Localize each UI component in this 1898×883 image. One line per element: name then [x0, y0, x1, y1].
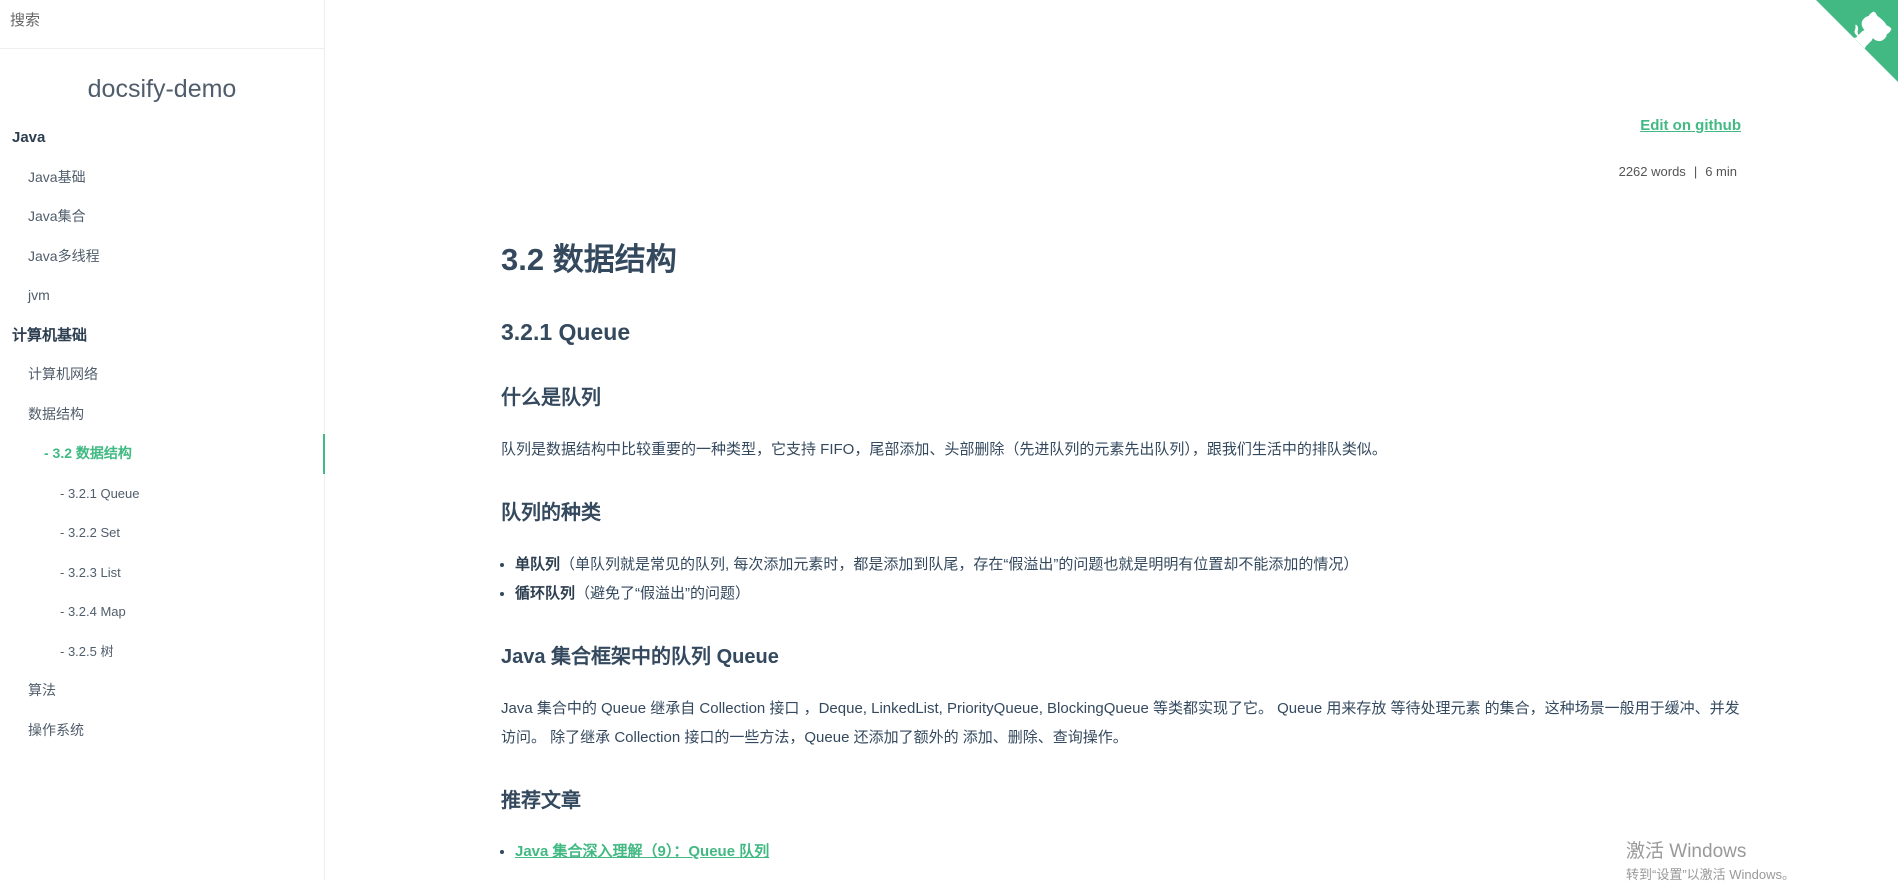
- sidebar-nav: Java Java基础 Java集合 Java多线程 jvm 计算机基础 计算机网络 数据结构…: [0, 118, 325, 750]
- paragraph-java: Java 集合中的 Queue 继承自 Collection 接口 ，Deque…: [501, 700, 1740, 746]
- separator: |: [1693, 164, 1698, 179]
- edit-on-github-link[interactable]: Edit on github: [1640, 117, 1741, 134]
- sidebar-item[interactable]: Java基础: [0, 158, 325, 198]
- sidebar-item[interactable]: - 3.2.1 Queue: [0, 474, 325, 514]
- item-term: 单队列: [515, 556, 561, 573]
- github-corner-icon[interactable]: [1816, 0, 1898, 82]
- sidebar-item[interactable]: 计算机网络: [0, 355, 325, 395]
- sidebar: 搜索 docsify-demo Java Java基础 Java集合 Java多线程 j…: [0, 0, 325, 880]
- sidebar-item[interactable]: Java集合: [0, 197, 325, 237]
- reading-stats: 2262 words | 6 min: [1615, 164, 1741, 179]
- sidebar-item[interactable]: - 3.2 数据结构: [0, 434, 325, 474]
- app-name[interactable]: docsify-demo: [0, 75, 324, 115]
- item-desc: （避免了“假溢出”的问题）: [575, 585, 751, 602]
- heading-queue: 3.2.1 Queue: [501, 319, 631, 345]
- heading-java-queue: Java 集合框架中的队列 Queue: [501, 646, 779, 668]
- list-item: Java 集合深入理解（9）：Queue 队列: [515, 837, 769, 866]
- sidebar-item[interactable]: - 3.2.2 Set: [0, 513, 325, 553]
- sidebar-item[interactable]: 数据结构: [0, 395, 325, 435]
- sidebar-item[interactable]: - 3.2.5 树: [0, 632, 325, 672]
- search-input[interactable]: 搜索: [0, 0, 324, 49]
- sidebar-item[interactable]: Java: [0, 118, 325, 158]
- read-time: 6 min: [1705, 164, 1737, 179]
- list-item: 循环队列（避免了“假溢出”的问题）: [515, 579, 1358, 608]
- sidebar-item[interactable]: 计算机基础: [0, 316, 325, 356]
- sidebar-item[interactable]: Java多线程: [0, 237, 325, 277]
- sidebar-item[interactable]: 算法: [0, 671, 325, 711]
- heading-queue-kinds: 队列的种类: [501, 502, 601, 524]
- list-item: 单队列（单队列就是常见的队列, 每次添加元素时，都是添加到队尾，存在“假溢出”的…: [515, 550, 1358, 579]
- heading-what-is-queue: 什么是队列: [501, 387, 601, 409]
- heading-recommended: 推荐文章: [501, 790, 581, 812]
- windows-activation-watermark: 激活 Windows: [1626, 841, 1747, 862]
- paragraph-what: 队列是数据结构中比较重要的一种类型，它支持 FIFO，尾部添加、头部删除（先进队…: [501, 441, 1387, 458]
- recommended-article-link[interactable]: Java 集合深入理解（9）：Queue 队列: [515, 843, 769, 860]
- word-count: 2262 words: [1618, 164, 1686, 179]
- sidebar-item[interactable]: 操作系统: [0, 711, 325, 751]
- page-title: 3.2 数据结构: [501, 242, 677, 277]
- recommended-list: Java 集合深入理解（9）：Queue 队列: [515, 837, 769, 866]
- sidebar-item[interactable]: - 3.2.3 List: [0, 553, 325, 593]
- sidebar-item[interactable]: - 3.2.4 Map: [0, 592, 325, 632]
- windows-activation-hint: 转到“设置”以激活 Windows。: [1626, 867, 1796, 882]
- item-desc: （单队列就是常见的队列, 每次添加元素时，都是添加到队尾，存在“假溢出”的问题也…: [560, 556, 1359, 573]
- kinds-list: 单队列（单队列就是常见的队列, 每次添加元素时，都是添加到队尾，存在“假溢出”的…: [515, 550, 1358, 608]
- sidebar-item[interactable]: jvm: [0, 276, 325, 316]
- item-term: 循环队列: [515, 585, 576, 602]
